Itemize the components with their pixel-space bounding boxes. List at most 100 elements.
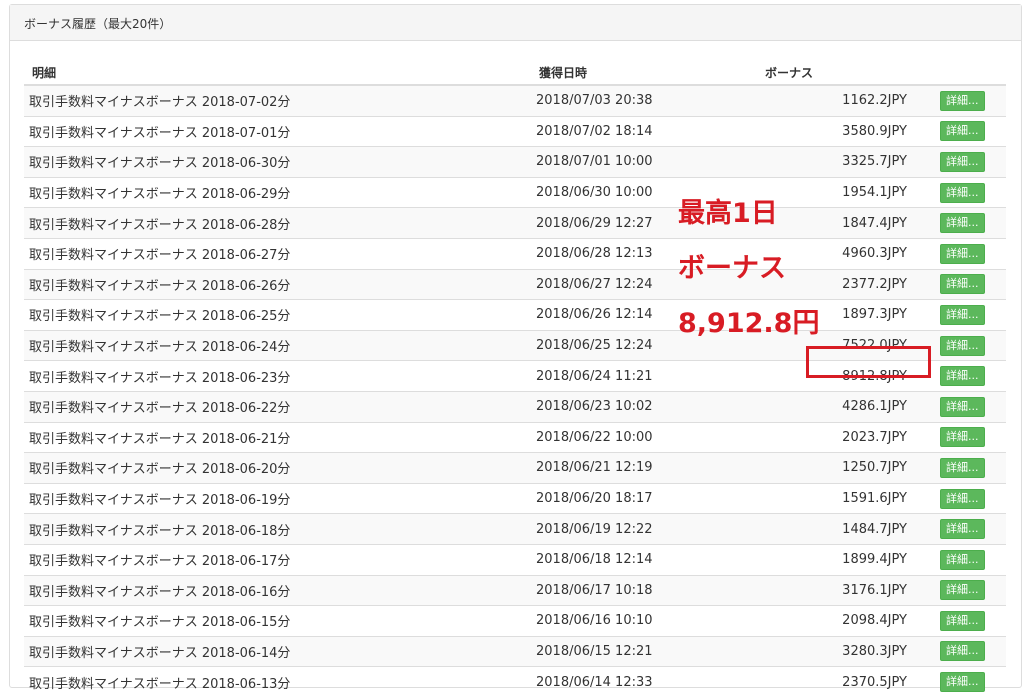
row-detail: 取引手数料マイナスボーナス 2018-06-22分 (24, 390, 531, 423)
row-amount: 1847.4JPY (765, 207, 907, 239)
details-button[interactable]: 詳細... (940, 274, 985, 295)
row-date: 2018/06/17 10:18 (531, 574, 765, 606)
details-button[interactable]: 詳細... (940, 610, 985, 631)
row-amount: 4286.1JPY (765, 390, 907, 423)
details-button[interactable]: 詳細... (940, 396, 985, 417)
row-detail: 取引手数料マイナスボーナス 2018-06-28分 (24, 207, 531, 239)
row-detail: 取引手数料マイナスボーナス 2018-06-30分 (24, 146, 531, 178)
row-action: 詳細... (907, 543, 1006, 575)
row-detail: 取引手数料マイナスボーナス 2018-06-21分 (24, 421, 531, 453)
row-detail: 取引手数料マイナスボーナス 2018-06-20分 (24, 452, 531, 484)
table-row: 取引手数料マイナスボーナス 2018-06-15分 2018/06/16 10:1… (24, 605, 1006, 637)
table-row: 取引手数料マイナスボーナス 2018-06-26分 2018/06/27 12:2… (24, 268, 1006, 300)
row-action: 詳細... (907, 635, 1006, 667)
row-date: 2018/06/18 12:14 (531, 543, 765, 575)
annotation-line-3: 8,912.8円 (678, 308, 820, 339)
row-amount: 2098.4JPY (765, 605, 907, 637)
row-amount: 1591.6JPY (765, 482, 907, 514)
row-amount: 1954.1JPY (765, 176, 907, 208)
row-action: 詳細... (907, 666, 1006, 697)
table-row: 取引手数料マイナスボーナス 2018-06-22分 2018/06/23 10:0… (24, 390, 1006, 423)
details-button[interactable]: 詳細... (940, 519, 985, 540)
row-action: 詳細... (907, 115, 1006, 147)
details-button[interactable]: 詳細... (940, 151, 985, 172)
row-action: 詳細... (907, 207, 1006, 239)
annotation-line-1: 最高1日 (678, 198, 778, 229)
details-button[interactable]: 詳細... (940, 90, 985, 111)
row-detail: 取引手数料マイナスボーナス 2018-07-02分 (24, 84, 531, 117)
details-button[interactable]: 詳細... (940, 213, 985, 234)
row-amount: 3280.3JPY (765, 635, 907, 667)
row-detail: 取引手数料マイナスボーナス 2018-06-18分 (24, 513, 531, 545)
highlight-box (806, 346, 931, 378)
table-row: 取引手数料マイナスボーナス 2018-06-13分 2018/06/14 12:3… (24, 666, 1006, 697)
row-date: 2018/07/03 20:38 (531, 84, 765, 117)
row-date: 2018/06/23 10:02 (531, 390, 765, 423)
row-date: 2018/06/14 12:33 (531, 666, 765, 697)
row-detail: 取引手数料マイナスボーナス 2018-06-27分 (24, 237, 531, 270)
row-date: 2018/06/19 12:22 (531, 513, 765, 545)
table-row: 取引手数料マイナスボーナス 2018-06-29分 2018/06/30 10:0… (24, 176, 1006, 208)
details-button[interactable]: 詳細... (940, 427, 985, 448)
column-header-detail: 明細 (24, 60, 531, 86)
table-row: 取引手数料マイナスボーナス 2018-07-01分 2018/07/02 18:1… (24, 115, 1006, 147)
row-date: 2018/06/24 11:21 (531, 360, 765, 392)
row-amount: 1250.7JPY (765, 452, 907, 484)
row-amount: 2370.5JPY (765, 666, 907, 697)
row-action: 詳細... (907, 146, 1006, 178)
row-amount: 3325.7JPY (765, 146, 907, 178)
row-amount: 2023.7JPY (765, 421, 907, 453)
row-action: 詳細... (907, 299, 1006, 331)
details-button[interactable]: 詳細... (940, 366, 985, 387)
column-header-bonus: ボーナス (765, 60, 907, 86)
details-button[interactable]: 詳細... (940, 641, 985, 662)
row-detail: 取引手数料マイナスボーナス 2018-06-16分 (24, 574, 531, 606)
table-row: 取引手数料マイナスボーナス 2018-06-14分 2018/06/15 12:2… (24, 635, 1006, 667)
row-detail: 取引手数料マイナスボーナス 2018-06-19分 (24, 482, 531, 514)
table-row: 取引手数料マイナスボーナス 2018-06-25分 2018/06/26 12:1… (24, 299, 1006, 331)
column-header-action (907, 60, 1006, 86)
row-action: 詳細... (907, 268, 1006, 300)
row-action: 詳細... (907, 84, 1006, 117)
details-button[interactable]: 詳細... (940, 335, 985, 356)
row-detail: 取引手数料マイナスボーナス 2018-06-24分 (24, 329, 531, 361)
row-detail: 取引手数料マイナスボーナス 2018-06-14分 (24, 635, 531, 667)
table-row: 取引手数料マイナスボーナス 2018-06-20分 2018/06/21 12:1… (24, 452, 1006, 484)
row-date: 2018/06/16 10:10 (531, 605, 765, 637)
row-amount: 3176.1JPY (765, 574, 907, 606)
details-button[interactable]: 詳細... (940, 304, 985, 325)
details-button[interactable]: 詳細... (940, 549, 985, 570)
row-amount: 1162.2JPY (765, 84, 907, 117)
row-date: 2018/07/02 18:14 (531, 115, 765, 147)
table-row: 取引手数料マイナスボーナス 2018-06-17分 2018/06/18 12:1… (24, 543, 1006, 575)
panel-title: ボーナス履歴（最大20件） (10, 5, 1021, 41)
table-row: 取引手数料マイナスボーナス 2018-06-30分 2018/07/01 10:0… (24, 146, 1006, 178)
row-detail: 取引手数料マイナスボーナス 2018-07-01分 (24, 115, 531, 147)
details-button[interactable]: 詳細... (940, 672, 985, 693)
details-button[interactable]: 詳細... (940, 580, 985, 601)
row-action: 詳細... (907, 482, 1006, 514)
row-date: 2018/07/01 10:00 (531, 146, 765, 178)
details-button[interactable]: 詳細... (940, 488, 985, 509)
column-header-date: 獲得日時 (531, 60, 765, 86)
row-action: 詳細... (907, 390, 1006, 423)
details-button[interactable]: 詳細... (940, 243, 985, 264)
details-button[interactable]: 詳細... (940, 182, 985, 203)
row-action: 詳細... (907, 605, 1006, 637)
row-detail: 取引手数料マイナスボーナス 2018-06-26分 (24, 268, 531, 300)
details-button[interactable]: 詳細... (940, 121, 985, 142)
row-detail: 取引手数料マイナスボーナス 2018-06-29分 (24, 176, 531, 208)
row-date: 2018/06/20 18:17 (531, 482, 765, 514)
table-row: 取引手数料マイナスボーナス 2018-06-16分 2018/06/17 10:1… (24, 574, 1006, 606)
row-action: 詳細... (907, 513, 1006, 545)
row-detail: 取引手数料マイナスボーナス 2018-06-17分 (24, 543, 531, 575)
row-amount: 1484.7JPY (765, 513, 907, 545)
row-date: 2018/06/15 12:21 (531, 635, 765, 667)
details-button[interactable]: 詳細... (940, 457, 985, 478)
row-action: 詳細... (907, 176, 1006, 208)
row-detail: 取引手数料マイナスボーナス 2018-06-15分 (24, 605, 531, 637)
table-header-row: 明細 獲得日時 ボーナス (24, 60, 1006, 86)
row-amount: 1899.4JPY (765, 543, 907, 575)
annotation-line-2: ボーナス (678, 253, 786, 284)
row-action: 詳細... (907, 574, 1006, 606)
